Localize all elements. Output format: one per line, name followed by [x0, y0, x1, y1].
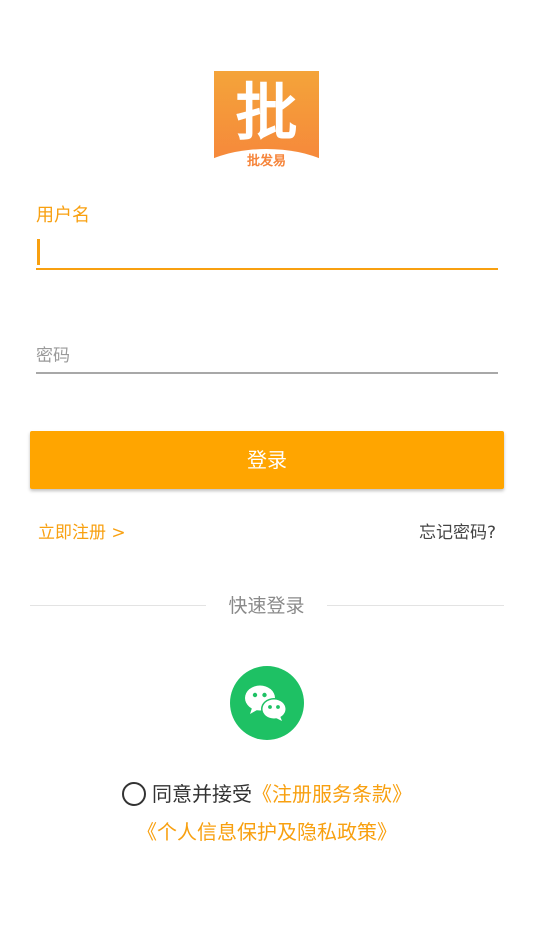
privacy-row: 《个人信息保护及隐私政策》	[0, 818, 534, 846]
agree-prefix: 同意并接受	[152, 782, 252, 806]
password-placeholder: 密码	[36, 346, 70, 366]
register-link[interactable]: 立即注册 >	[38, 522, 126, 544]
login-page: 批 批发易 用户名 密码 登录 立即注册 > 忘记密码? 快速登录 同意并接受《…	[0, 0, 534, 950]
wechat-icon	[245, 685, 287, 721]
username-label: 用户名	[36, 205, 90, 226]
text-caret	[37, 239, 40, 265]
privacy-link[interactable]: 《个人信息保护及隐私政策》	[137, 820, 397, 844]
divider-right	[327, 605, 504, 606]
wechat-login-button[interactable]	[230, 666, 304, 740]
forgot-password-link[interactable]: 忘记密码?	[419, 522, 496, 544]
agreement-row: 同意并接受《注册服务条款》	[0, 780, 534, 808]
username-input[interactable]	[36, 236, 498, 270]
password-input[interactable]: 密码	[36, 342, 498, 374]
agree-radio[interactable]	[122, 781, 146, 806]
logo-glyph: 批	[235, 76, 298, 149]
quick-login-label: 快速登录	[228, 595, 305, 617]
logo-name: 批发易	[246, 154, 286, 169]
app-logo: 批 批发易	[214, 71, 319, 171]
login-button[interactable]: 登录	[30, 431, 504, 489]
divider-left	[30, 605, 206, 606]
terms-link[interactable]: 《注册服务条款》	[252, 782, 412, 806]
